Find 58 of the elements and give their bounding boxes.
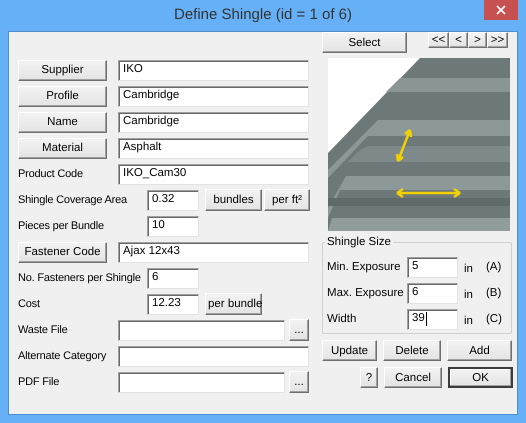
nav-button[interactable]: > [468, 32, 487, 48]
text-field[interactable]: Cambridge [118, 112, 309, 132]
unit-label: in [464, 263, 473, 275]
unit-button[interactable]: per ft² [264, 189, 310, 211]
action-button[interactable]: Delete [383, 340, 441, 361]
dimension-tag: (A) [486, 261, 502, 273]
unit-button[interactable]: bundles [205, 189, 262, 211]
text-field[interactable]: Cambridge [118, 86, 309, 106]
lookup-button[interactable]: Fastener Code [18, 242, 107, 262]
field-label: Pieces per Bundle [18, 220, 105, 232]
field-label: Waste File [18, 324, 68, 336]
nav-button[interactable]: < [449, 32, 468, 48]
number-field[interactable]: 5 [407, 256, 458, 278]
text-field[interactable]: IKO_Cam30 [118, 164, 309, 184]
window-title: Define Shingle (id = 1 of 6) [174, 6, 352, 23]
number-field[interactable]: 0.32 [147, 190, 199, 210]
lookup-button[interactable]: Supplier [18, 60, 107, 80]
file-field[interactable] [118, 320, 285, 340]
lookup-button[interactable]: Material [18, 138, 107, 158]
field-label: Width [327, 313, 358, 325]
select-button[interactable]: Select [322, 32, 407, 53]
lookup-button[interactable]: Profile [18, 86, 107, 106]
group-title: Shingle Size [326, 236, 392, 248]
browse-button[interactable]: ... [289, 319, 309, 341]
browse-button[interactable]: ... [289, 371, 309, 393]
number-field[interactable]: 12.23 [147, 294, 199, 314]
text-field[interactable] [118, 346, 309, 366]
number-field[interactable]: 39 [407, 308, 458, 330]
field-label: Shingle Coverage Area [18, 194, 128, 206]
dimension-tag: (C) [486, 313, 502, 325]
nav-button[interactable]: >> [487, 32, 508, 48]
field-label: Product Code [18, 168, 83, 180]
text-field[interactable]: Ajax 12x43 [118, 242, 309, 262]
dimension-tag: (B) [486, 287, 502, 299]
action-button[interactable]: Add [447, 340, 512, 361]
number-field[interactable]: 6 [147, 268, 199, 288]
unit-label: in [464, 289, 473, 301]
close-icon [496, 5, 506, 15]
field-label: No. Fasteners per Shingle [18, 272, 142, 284]
text-field[interactable]: IKO [118, 60, 309, 80]
lookup-button[interactable]: Name [18, 112, 107, 132]
field-label: PDF File [18, 376, 60, 388]
number-field[interactable]: 6 [407, 282, 458, 304]
text-field[interactable]: Asphalt [118, 138, 309, 158]
close-button[interactable] [484, 0, 518, 20]
action-button[interactable]: Update [322, 340, 377, 361]
field-label: Cost [18, 298, 41, 310]
field-label: Min. Exposure [327, 261, 402, 273]
action-button[interactable]: ? [360, 367, 378, 388]
action-button[interactable]: Cancel [384, 367, 442, 388]
unit-button[interactable]: per bundle [205, 293, 262, 315]
field-label: Alternate Category [18, 350, 106, 362]
file-field[interactable] [118, 372, 285, 392]
field-label: Max. Exposure [327, 287, 405, 299]
action-button[interactable]: OK [448, 367, 513, 388]
number-field[interactable]: 10 [147, 216, 199, 236]
unit-label: in [464, 315, 473, 327]
nav-button[interactable]: << [428, 32, 449, 48]
